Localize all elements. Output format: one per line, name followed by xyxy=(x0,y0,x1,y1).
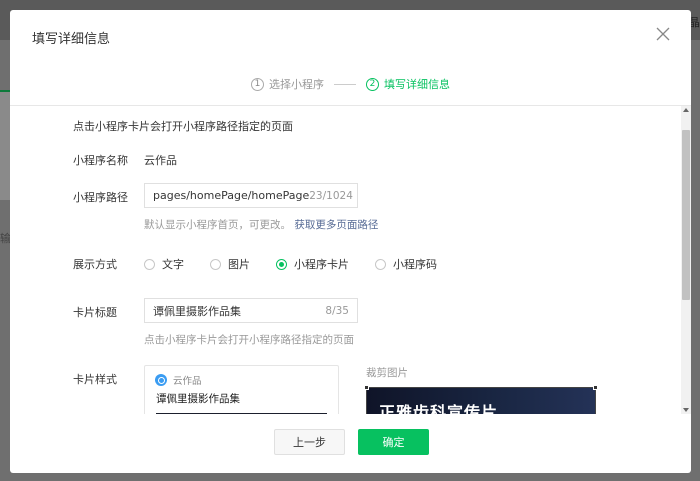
radio-button[interactable] xyxy=(144,258,155,270)
step-indicator: 1 选择小程序 2 填写详细信息 xyxy=(10,74,691,94)
radio-button[interactable] xyxy=(210,258,221,270)
card-style-label: 卡片样式 xyxy=(73,373,117,386)
dialog-footer: 上一步 确定 xyxy=(10,414,691,473)
scroll-down-arrow-icon[interactable] xyxy=(683,408,689,412)
card-title-label: 卡片标题 xyxy=(73,306,117,319)
radio-label: 文字 xyxy=(162,258,184,271)
card-title-input-value: 谭佩里摄影作品集 xyxy=(153,304,241,318)
display-mode-label: 展示方式 xyxy=(73,258,117,271)
card-title-hint: 点击小程序卡片会打开小程序路径指定的页面 xyxy=(144,334,354,346)
radio-label: 小程序码 xyxy=(393,258,437,271)
form-content: 点击小程序卡片会打开小程序路径指定的页面 小程序名称 云作品 小程序路径 pag… xyxy=(10,106,681,414)
dialog-title: 填写详细信息 xyxy=(32,32,111,47)
crop-image-caption: 正雅齿科宣传片 xyxy=(379,403,499,414)
crop-image-area[interactable]: 正雅齿科宣传片 xyxy=(366,387,596,414)
radio-button-checked[interactable] xyxy=(276,258,287,270)
content-scrollbar[interactable] xyxy=(681,106,691,414)
step-label: 填写详细信息 xyxy=(384,78,450,91)
mp-name-value: 云作品 xyxy=(144,154,177,167)
step-connector xyxy=(334,83,356,85)
radio-label: 小程序卡片 xyxy=(294,258,349,271)
miniprogram-logo-icon xyxy=(155,374,167,386)
close-icon[interactable] xyxy=(655,26,671,42)
more-paths-link[interactable]: 获取更多页面路径 xyxy=(294,219,378,231)
radio-image[interactable]: 图片 xyxy=(210,256,250,272)
preview-mp-name: 云作品 xyxy=(173,376,202,387)
scroll-up-arrow-icon[interactable] xyxy=(683,108,689,112)
radio-label: 图片 xyxy=(228,258,250,271)
detail-info-dialog: 填写详细信息 1 选择小程序 2 填写详细信息 点击小程序卡片会打开小程序路径指… xyxy=(10,10,691,473)
card-title-input[interactable]: 谭佩里摄影作品集 8/35 xyxy=(144,298,358,323)
step-number: 1 xyxy=(251,77,264,91)
path-hint-text: 默认显示小程序首页，可更改。 xyxy=(144,219,291,231)
crop-image-label: 裁剪图片 xyxy=(366,367,408,379)
previous-step-button[interactable]: 上一步 xyxy=(274,429,345,455)
path-hint: 默认显示小程序首页，可更改。 获取更多页面路径 xyxy=(144,217,378,232)
scroll-thumb[interactable] xyxy=(682,130,690,300)
path-input-value: pages/homePage/homePage xyxy=(153,189,310,202)
form-intro: 点击小程序卡片会打开小程序路径指定的页面 xyxy=(73,120,293,133)
radio-button[interactable] xyxy=(375,258,386,270)
crop-handle-top-left[interactable] xyxy=(364,385,369,390)
step-label: 选择小程序 xyxy=(269,78,324,91)
step-select-miniprogram: 1 选择小程序 xyxy=(251,76,324,92)
path-char-counter: 23/1024 xyxy=(309,189,353,202)
card-title-char-counter: 8/35 xyxy=(325,304,349,317)
card-preview: 云作品 谭佩里摄影作品集 xyxy=(144,365,339,414)
step-fill-details: 2 填写详细信息 xyxy=(366,76,450,92)
display-mode-radio-group: 文字 图片 小程序卡片 小程序码 xyxy=(144,256,463,272)
radio-miniprogram-card[interactable]: 小程序卡片 xyxy=(276,256,349,272)
radio-text[interactable]: 文字 xyxy=(144,256,184,272)
confirm-button[interactable]: 确定 xyxy=(358,429,429,455)
radio-miniprogram-code[interactable]: 小程序码 xyxy=(375,256,437,272)
crop-handle-top-right[interactable] xyxy=(593,385,598,390)
mp-name-label: 小程序名称 xyxy=(73,154,128,167)
step-number: 2 xyxy=(366,77,379,91)
path-label: 小程序路径 xyxy=(73,191,128,204)
preview-card-title: 谭佩里摄影作品集 xyxy=(156,393,240,405)
path-input[interactable]: pages/homePage/homePage 23/1024 xyxy=(144,183,358,208)
